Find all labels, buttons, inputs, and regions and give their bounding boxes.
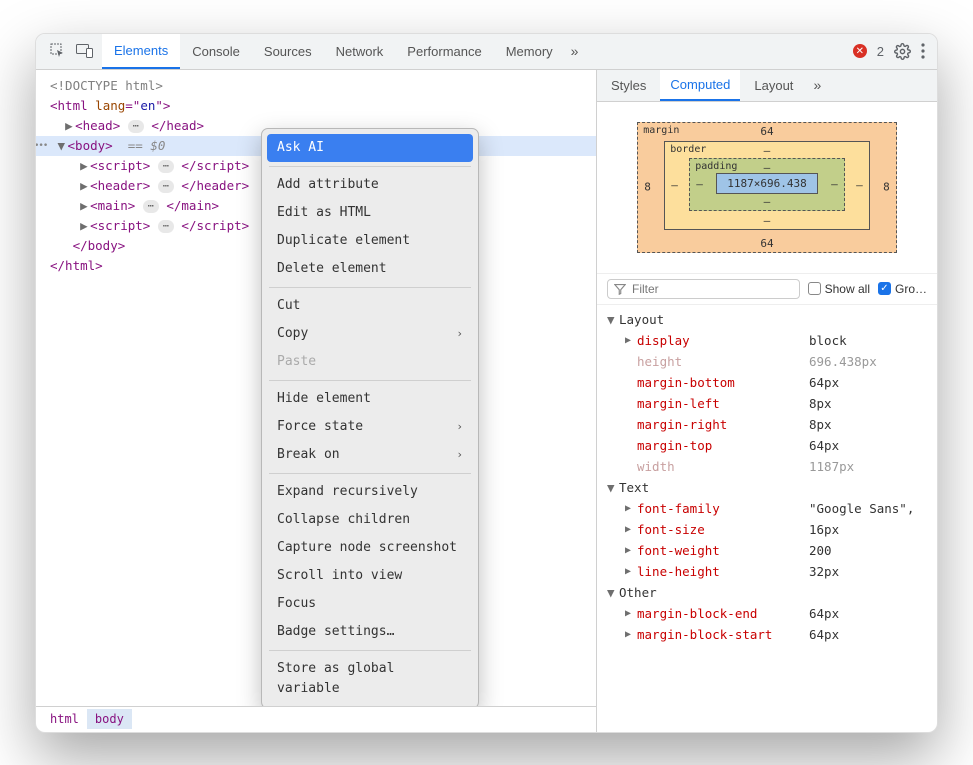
- prop-margin-block-start[interactable]: ▶margin-block-start64px: [607, 624, 927, 645]
- prop-margin-top[interactable]: margin-top64px: [607, 435, 927, 456]
- ctx-duplicate-element[interactable]: Duplicate element: [267, 227, 473, 255]
- ctx-paste: Paste: [267, 348, 473, 376]
- bm-content-size[interactable]: 1187×696.438: [716, 173, 817, 194]
- bm-padding-left[interactable]: –: [696, 178, 703, 191]
- error-icon[interactable]: ✕: [853, 44, 867, 58]
- ctx-hide-element[interactable]: Hide element: [267, 385, 473, 413]
- bm-margin-bottom[interactable]: 64: [760, 237, 773, 250]
- prop-margin-right[interactable]: margin-right8px: [607, 414, 927, 435]
- computed-properties[interactable]: ▼Layout▶displayblockheight696.438pxmargi…: [597, 305, 937, 732]
- prop-group-layout[interactable]: ▼Layout: [607, 309, 927, 330]
- kebab-icon[interactable]: [921, 43, 925, 59]
- devtools-window: Elements Console Sources Network Perform…: [35, 33, 938, 733]
- sidebar-tabbar: Styles Computed Layout »: [597, 70, 937, 102]
- main-tabbar: Elements Console Sources Network Perform…: [36, 34, 937, 70]
- bm-padding-bottom[interactable]: –: [764, 195, 771, 208]
- rtab-styles[interactable]: Styles: [601, 70, 656, 102]
- bm-border-bottom[interactable]: –: [764, 214, 771, 227]
- ctx-badge-settings-[interactable]: Badge settings…: [267, 618, 473, 646]
- rtab-layout[interactable]: Layout: [744, 70, 803, 102]
- box-model[interactable]: margin 64 64 8 8 border – – – – paddin: [597, 102, 937, 273]
- prop-group-other[interactable]: ▼Other: [607, 582, 927, 603]
- ctx-cut[interactable]: Cut: [267, 292, 473, 320]
- prop-margin-left[interactable]: margin-left8px: [607, 393, 927, 414]
- prop-font-family[interactable]: ▶font-family"Google Sans",: [607, 498, 927, 519]
- tab-sources[interactable]: Sources: [252, 33, 324, 69]
- bm-padding-label: padding: [695, 161, 737, 172]
- bm-margin-label: margin: [643, 125, 679, 136]
- tab-console[interactable]: Console: [180, 33, 252, 69]
- filter-icon: [614, 283, 626, 295]
- computed-filter-row: Filter Show all ✓Gro…: [597, 273, 937, 305]
- tab-network[interactable]: Network: [324, 33, 396, 69]
- bm-border-right[interactable]: –: [856, 179, 863, 192]
- tab-performance[interactable]: Performance: [395, 33, 493, 69]
- bm-margin-right[interactable]: 8: [883, 181, 890, 194]
- ctx-collapse-children[interactable]: Collapse children: [267, 506, 473, 534]
- ctx-edit-as-html[interactable]: Edit as HTML: [267, 199, 473, 227]
- ctx-force-state[interactable]: Force state›: [267, 413, 473, 441]
- ctx-focus[interactable]: Focus: [267, 590, 473, 618]
- crumb-html[interactable]: html: [42, 709, 87, 729]
- doctype-node[interactable]: <!DOCTYPE html>: [50, 78, 163, 93]
- bm-padding-top[interactable]: –: [764, 161, 771, 174]
- bm-border-left[interactable]: –: [671, 179, 678, 192]
- group-checkbox[interactable]: ✓Gro…: [878, 282, 927, 296]
- ctx-copy[interactable]: Copy›: [267, 320, 473, 348]
- ctx-delete-element[interactable]: Delete element: [267, 255, 473, 283]
- sidebar-panel: Styles Computed Layout » margin 64 64 8 …: [597, 70, 937, 732]
- inspect-icon[interactable]: [50, 43, 66, 59]
- group-label: Gro…: [895, 282, 927, 296]
- showall-checkbox[interactable]: Show all: [808, 282, 870, 296]
- prop-width[interactable]: width1187px: [607, 456, 927, 477]
- bm-border-label: border: [670, 144, 706, 155]
- tab-elements[interactable]: Elements: [102, 33, 180, 69]
- prop-font-size[interactable]: ▶font-size16px: [607, 519, 927, 540]
- dom-tree[interactable]: <!DOCTYPE html> <html lang="en"> ▶<head>…: [36, 70, 596, 706]
- prop-height[interactable]: height696.438px: [607, 351, 927, 372]
- more-tabs-icon[interactable]: »: [565, 43, 585, 59]
- breadcrumb: html body: [36, 706, 596, 732]
- prop-margin-bottom[interactable]: margin-bottom64px: [607, 372, 927, 393]
- crumb-body[interactable]: body: [87, 709, 132, 729]
- ctx-add-attribute[interactable]: Add attribute: [267, 171, 473, 199]
- more-rtabs-icon[interactable]: »: [807, 77, 827, 93]
- context-menu: Ask AI Add attributeEdit as HTMLDuplicate…: [261, 128, 479, 706]
- ctx-scroll-into-view[interactable]: Scroll into view: [267, 562, 473, 590]
- filter-input[interactable]: Filter: [607, 279, 800, 299]
- ctx-break-on[interactable]: Break on›: [267, 441, 473, 469]
- tab-memory[interactable]: Memory: [494, 33, 565, 69]
- bm-padding-right[interactable]: –: [831, 178, 838, 191]
- prop-display[interactable]: ▶displayblock: [607, 330, 927, 351]
- gear-icon[interactable]: [894, 43, 911, 60]
- showall-label: Show all: [825, 282, 870, 296]
- bm-border-top[interactable]: –: [764, 144, 771, 157]
- prop-font-weight[interactable]: ▶font-weight200: [607, 540, 927, 561]
- prop-group-text[interactable]: ▼Text: [607, 477, 927, 498]
- ctx-expand-recursively[interactable]: Expand recursively: [267, 478, 473, 506]
- device-toggle-icon[interactable]: [76, 43, 94, 59]
- elements-panel: <!DOCTYPE html> <html lang="en"> ▶<head>…: [36, 70, 597, 732]
- prop-line-height[interactable]: ▶line-height32px: [607, 561, 927, 582]
- bm-margin-left[interactable]: 8: [644, 181, 651, 194]
- ctx-capture-node-screenshot[interactable]: Capture node screenshot: [267, 534, 473, 562]
- filter-placeholder: Filter: [632, 282, 659, 296]
- rtab-computed[interactable]: Computed: [660, 70, 740, 102]
- prop-margin-block-end[interactable]: ▶margin-block-end64px: [607, 603, 927, 624]
- ctx-ask-ai[interactable]: Ask AI: [267, 134, 473, 162]
- bm-margin-top[interactable]: 64: [760, 125, 773, 138]
- error-count[interactable]: 2: [877, 44, 884, 59]
- ctx-store-as-global-variable[interactable]: Store as global variable: [267, 655, 473, 703]
